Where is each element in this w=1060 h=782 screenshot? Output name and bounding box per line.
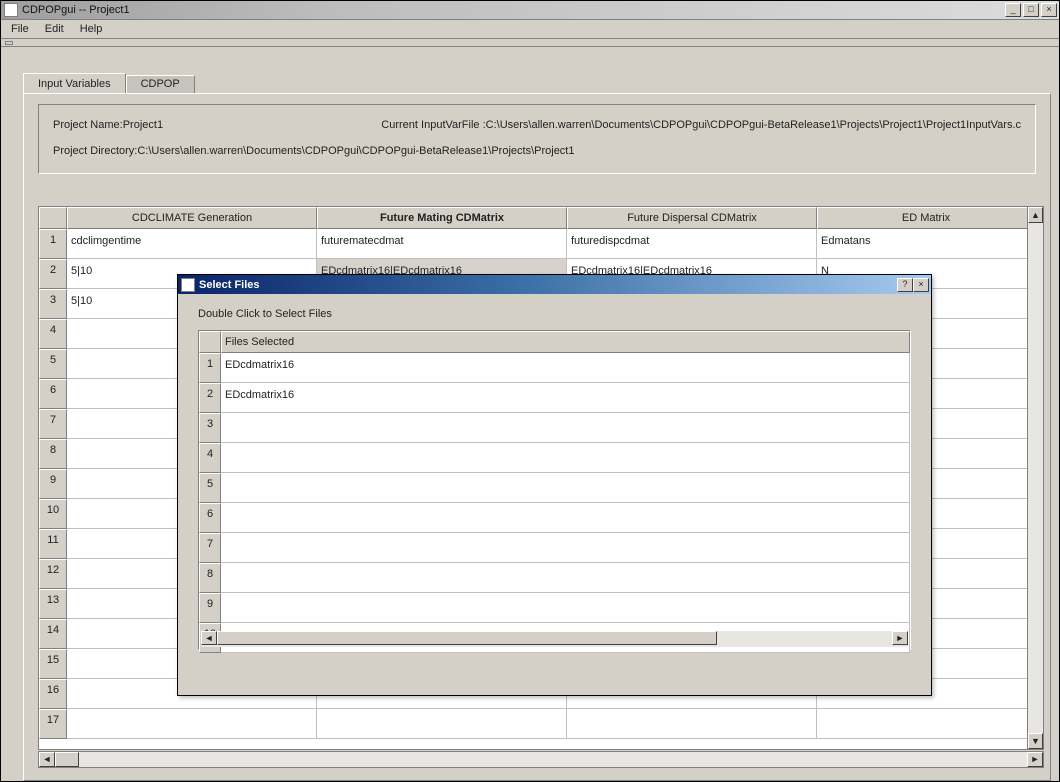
row-header[interactable]: 15 [39, 649, 67, 679]
hscroll-track[interactable] [79, 752, 1027, 767]
close-button[interactable]: × [1041, 3, 1057, 17]
grid-corner [39, 207, 67, 229]
vscroll-track[interactable] [1028, 223, 1043, 733]
files-row-header[interactable]: 2 [199, 383, 221, 413]
row-header[interactable]: 4 [39, 319, 67, 349]
row-header[interactable]: 7 [39, 409, 67, 439]
select-files-dialog: Select Files ? × Double Click to Select … [177, 274, 932, 696]
files-cell[interactable] [221, 533, 910, 563]
col-header-future-dispersal[interactable]: Future Dispersal CDMatrix [567, 207, 817, 229]
files-row-header[interactable]: 5 [199, 473, 221, 503]
files-grid[interactable]: Files Selected1EDcdmatrix162EDcdmatrix16… [198, 330, 911, 650]
files-cell[interactable] [221, 593, 910, 623]
dialog-hscroll-track[interactable] [717, 631, 892, 647]
dialog-body: Double Click to Select Files Files Selec… [178, 294, 931, 656]
files-col-header[interactable]: Files Selected [221, 331, 910, 353]
row-header[interactable]: 10 [39, 499, 67, 529]
files-row-header[interactable]: 9 [199, 593, 221, 623]
scroll-down-icon[interactable]: ▼ [1028, 733, 1043, 749]
files-row-header[interactable]: 7 [199, 533, 221, 563]
dialog-scroll-right-icon[interactable]: ► [892, 631, 908, 645]
row-header[interactable]: 9 [39, 469, 67, 499]
horizontal-scrollbar[interactable]: ◄ ► [38, 751, 1044, 768]
dialog-close-button[interactable]: × [913, 278, 929, 292]
row-header[interactable]: 17 [39, 709, 67, 739]
grid-cell[interactable]: Edmatans [817, 229, 1035, 259]
project-name-value: Project1 [123, 119, 163, 131]
files-row-header[interactable]: 6 [199, 503, 221, 533]
col-header-cdclimate[interactable]: CDCLIMATE Generation [67, 207, 317, 229]
project-info-panel: Project Name: Project1 Current InputVarF… [38, 104, 1036, 174]
menu-edit[interactable]: Edit [39, 22, 70, 36]
inputvar-label: Current InputVarFile : [381, 119, 485, 131]
titlebar: CDPOPgui -- Project1 _ □ × [1, 1, 1059, 20]
files-cell[interactable] [221, 473, 910, 503]
scroll-up-icon[interactable]: ▲ [1028, 207, 1043, 223]
row-header[interactable]: 1 [39, 229, 67, 259]
grid-cell[interactable]: cdclimgentime [67, 229, 317, 259]
window-title: CDPOPgui -- Project1 [22, 4, 1005, 16]
main-window: CDPOPgui -- Project1 _ □ × File Edit Hel… [0, 0, 1060, 782]
scroll-left-icon[interactable]: ◄ [39, 752, 55, 767]
files-cell[interactable] [221, 413, 910, 443]
row-header[interactable]: 2 [39, 259, 67, 289]
row-header[interactable]: 11 [39, 529, 67, 559]
files-row-header[interactable]: 8 [199, 563, 221, 593]
row-header[interactable]: 12 [39, 559, 67, 589]
menubar: File Edit Help [1, 20, 1059, 39]
files-cell[interactable]: EDcdmatrix16 [221, 353, 910, 383]
app-icon [4, 3, 18, 17]
scroll-right-icon[interactable]: ► [1027, 752, 1043, 767]
grid-cell[interactable] [567, 709, 817, 739]
menu-file[interactable]: File [5, 22, 35, 36]
row-header[interactable]: 8 [39, 439, 67, 469]
hscroll-thumb[interactable] [55, 752, 79, 767]
dialog-hscroll[interactable]: ◄ ► [201, 631, 908, 647]
dialog-help-button[interactable]: ? [897, 278, 913, 292]
files-cell[interactable]: EDcdmatrix16 [221, 383, 910, 413]
projdir-value: C:\Users\allen.warren\Documents\CDPOPgui… [137, 145, 574, 157]
projdir-label: Project Directory: [53, 145, 137, 157]
files-cell[interactable] [221, 563, 910, 593]
tab-input-variables[interactable]: Input Variables [23, 73, 126, 93]
grid-cell[interactable] [817, 709, 1035, 739]
col-header-ed-matrix[interactable]: ED Matrix [817, 207, 1035, 229]
tab-cdpop[interactable]: CDPOP [126, 75, 195, 95]
row-header[interactable]: 13 [39, 589, 67, 619]
toolbar-grip [1, 39, 1059, 47]
row-header[interactable]: 16 [39, 679, 67, 709]
row-header[interactable]: 6 [39, 379, 67, 409]
files-cell[interactable] [221, 443, 910, 473]
inputvar-value: C:\Users\allen.warren\Documents\CDPOPgui… [486, 119, 1021, 131]
files-row-header[interactable]: 4 [199, 443, 221, 473]
vertical-scrollbar[interactable]: ▲ ▼ [1027, 206, 1044, 750]
grid-cell[interactable] [67, 709, 317, 739]
files-cell[interactable] [221, 503, 910, 533]
menu-help[interactable]: Help [74, 22, 109, 36]
maximize-button[interactable]: □ [1023, 3, 1039, 17]
dialog-titlebar: Select Files ? × [178, 275, 931, 294]
files-row-header[interactable]: 1 [199, 353, 221, 383]
grid-cell[interactable]: futurematecdmat [317, 229, 567, 259]
tabstrip: Input Variables CDPOP [23, 73, 195, 93]
dialog-instruction: Double Click to Select Files [198, 308, 911, 320]
dialog-scroll-left-icon[interactable]: ◄ [201, 631, 217, 645]
minimize-button[interactable]: _ [1005, 3, 1021, 17]
row-header[interactable]: 5 [39, 349, 67, 379]
files-grid-corner [199, 331, 221, 353]
project-name-label: Project Name: [53, 119, 123, 131]
dialog-icon [181, 278, 195, 292]
dialog-hscroll-thumb[interactable] [217, 631, 717, 645]
grid-cell[interactable] [317, 709, 567, 739]
row-header[interactable]: 14 [39, 619, 67, 649]
dialog-title: Select Files [199, 279, 897, 291]
col-header-future-mating[interactable]: Future Mating CDMatrix [317, 207, 567, 229]
files-row-header[interactable]: 3 [199, 413, 221, 443]
row-header[interactable]: 3 [39, 289, 67, 319]
grid-cell[interactable]: futuredispcdmat [567, 229, 817, 259]
